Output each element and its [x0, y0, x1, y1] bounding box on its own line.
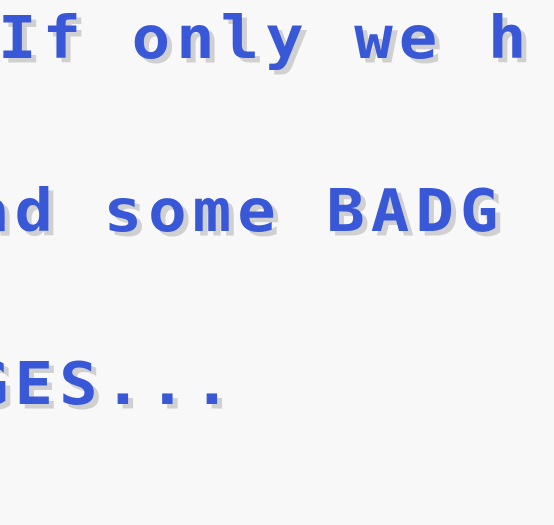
- dialog-line-3: GES...: [0, 350, 238, 419]
- dialog-line-2: ad some BADG: [0, 177, 505, 246]
- dialog-line-1: If only we h: [0, 4, 533, 73]
- dialog-box: If only we h ad some BADG GES...: [0, 0, 554, 525]
